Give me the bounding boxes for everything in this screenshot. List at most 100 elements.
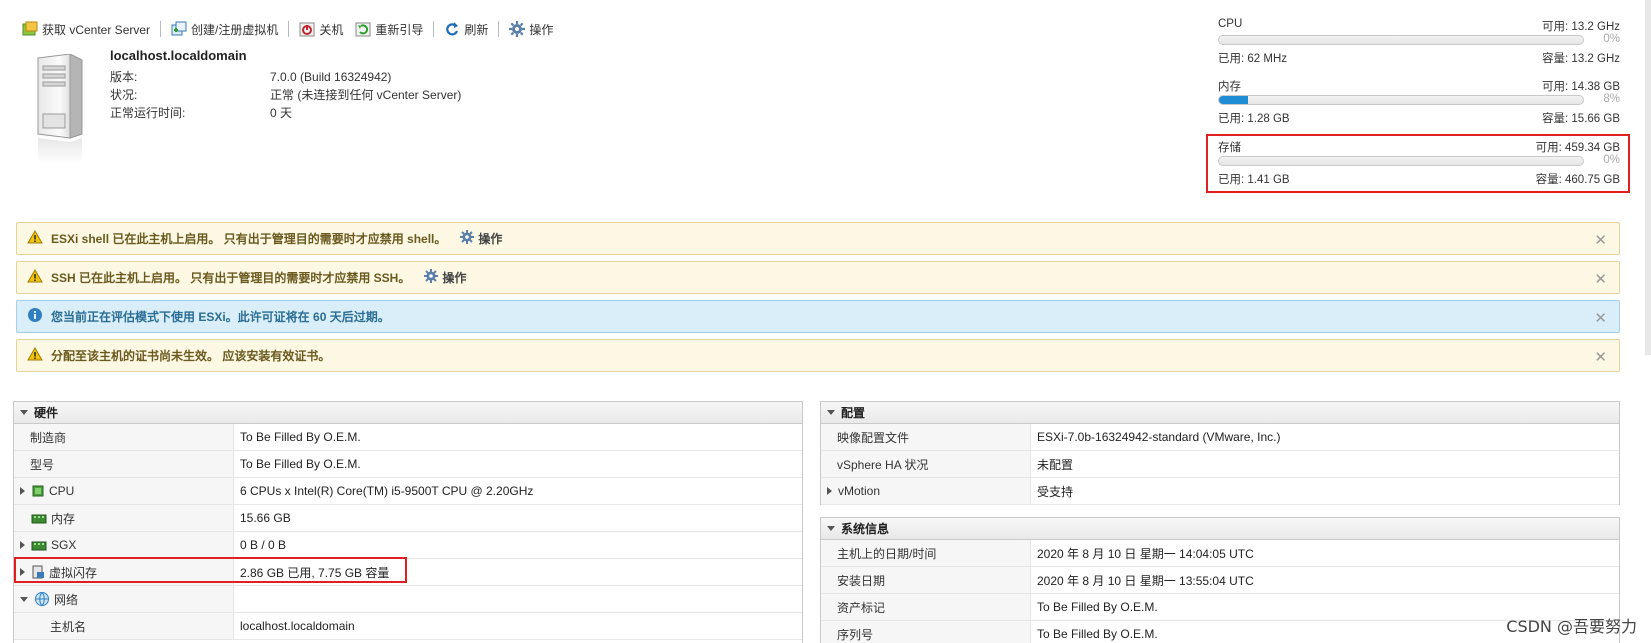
virtual-flash-highlight-box [14,557,407,583]
config-title: 配置 [841,406,866,420]
chevron-right-icon[interactable] [827,487,832,495]
sysinfo-panel-header[interactable]: 系统信息 [821,518,1619,540]
hardware-panel: 硬件 制造商 To Be Filled By O.E.M. 型号 To Be F… [13,401,803,643]
memory-label: 内存 [51,511,76,526]
shutdown-button[interactable]: 关机 [293,18,349,40]
table-row[interactable]: SGX 0 B / 0 B [14,532,802,559]
chevron-down-icon [827,526,835,531]
ha-state-value: 未配置 [1037,457,1074,472]
shutdown-label: 关机 [319,22,344,37]
host-state-label: 状况: [110,88,138,102]
memory-meter-label: 内存 [1218,81,1241,93]
cpu-capacity: 容量: 13.2 GHz [1542,53,1620,65]
sgx-value: 0 B / 0 B [240,538,287,552]
vmotion-value: 受支持 [1037,484,1074,499]
memory-module-icon [31,511,51,525]
host-datetime-label: 主机上的日期/时间 [821,540,1031,566]
scrollbar[interactable] [1645,0,1651,355]
close-icon[interactable]: ✕ [1594,348,1607,366]
toolbar-separator [498,21,500,37]
asset-tag-value: To Be Filled By O.E.M. [1037,600,1158,614]
alert-actions-label: 操作 [442,271,467,285]
alert-actions-button[interactable]: 操作 [424,269,466,286]
memory-used: 已用: 1.28 GB [1218,113,1290,125]
sgx-label: SGX [51,538,77,552]
cpu-meter-label: CPU [1218,18,1243,30]
hardware-panel-header[interactable]: 硬件 [14,402,802,424]
alert-evaluation-mode: 您当前正在评估模式下使用 ESXi。此许可证将在 60 天后过期。 ✕ [16,300,1620,333]
server-tower-icon [34,53,86,166]
table-row: 制造商 To Be Filled By O.E.M. [14,424,802,451]
chevron-right-icon[interactable] [20,487,25,495]
close-icon[interactable]: ✕ [1594,270,1607,288]
vmotion-label: vMotion [838,484,881,498]
toolbar-separator [160,21,162,37]
chevron-right-icon[interactable] [20,541,25,549]
memory-usage-fill [1219,96,1249,104]
storage-usage-bar [1218,156,1584,166]
memory-free: 可用: 14.38 GB [1542,81,1620,93]
table-row: 主机上的日期/时间 2020 年 8 月 10 日 星期一 14:04:05 U… [821,540,1619,567]
reboot-button[interactable]: 重新引导 [349,18,429,40]
host-uptime-row: 正常运行时间: 0 天 [110,104,292,121]
hostname-value: localhost.localdomain [240,619,355,633]
table-row: vSphere HA 状况 未配置 [821,451,1619,478]
table-row: 主机名 localhost.localdomain [14,613,802,640]
cpu-used: 已用: 62 MHz [1218,53,1288,65]
memory-value: 15.66 GB [240,511,291,525]
table-row: 安装日期 2020 年 8 月 10 日 星期一 13:55:04 UTC [821,567,1619,594]
alert-ssh: SSH 已在此主机上启用。 只有出于管理目的需要时才应禁用 SSH。 操作 ✕ [16,261,1620,294]
host-uptime-label: 正常运行时间: [110,106,186,120]
cpu-label: CPU [49,484,75,498]
sysinfo-title: 系统信息 [841,522,890,536]
alert-text: 分配至该主机的证书尚未生效。 应该安装有效证书。 [51,349,331,363]
table-row: 映像配置文件 ESXi-7.0b-16324942-standard (VMwa… [821,424,1619,451]
install-date-value: 2020 年 8 月 10 日 星期一 13:55:04 UTC [1037,573,1254,588]
memory-capacity: 容量: 15.66 GB [1542,113,1620,125]
close-icon[interactable]: ✕ [1594,309,1607,327]
ha-state-label: vSphere HA 状况 [821,451,1031,477]
alert-text: 您当前正在评估模式下使用 ESXi。此许可证将在 60 天后过期。 [51,310,390,324]
actions-button[interactable]: 操作 [503,18,559,40]
host-state-value: 正常 (未连接到任何 vCenter Server) [270,88,462,102]
storage-percent: 0% [1603,154,1620,166]
table-row: 序列号 To Be Filled By O.E.M. [821,621,1619,643]
create-vm-label: 创建/注册虚拟机 [191,22,279,37]
config-panel: 配置 映像配置文件 ESXi-7.0b-16324942-standard (V… [820,401,1620,505]
model-value: To Be Filled By O.E.M. [240,457,361,471]
chevron-down-icon[interactable] [20,596,28,602]
cpu-usage-bar [1218,35,1584,45]
table-row[interactable]: vMotion 受支持 [821,478,1619,505]
memory-meter: 内存 可用: 14.38 GB 8% 已用: 1.28 GB 容量: 15.66… [1218,78,1620,130]
sysinfo-panel: 系统信息 主机上的日期/时间 2020 年 8 月 10 日 星期一 14:04… [820,517,1620,643]
alert-actions-button[interactable]: 操作 [460,230,502,247]
get-vcenter-button[interactable]: 获取 vCenter Server [16,18,156,40]
table-row[interactable]: 网络 [14,586,802,613]
image-profile-label: 映像配置文件 [821,424,1031,450]
memory-usage-bar [1218,95,1584,105]
table-row[interactable]: CPU 6 CPUs x Intel(R) Core(TM) i5-9500T … [14,478,802,505]
gear-icon [509,21,526,37]
manufacturer-value: To Be Filled By O.E.M. [240,430,361,444]
toolbar-separator [288,21,290,37]
close-icon[interactable]: ✕ [1594,231,1607,249]
serial-number-label: 序列号 [821,621,1031,643]
config-panel-header[interactable]: 配置 [821,402,1619,424]
storage-free: 可用: 459.34 GB [1535,142,1620,154]
asset-tag-label: 资产标记 [821,594,1031,620]
cpu-meter: CPU 可用: 13.2 GHz 0% 已用: 62 MHz 容量: 13.2 … [1218,18,1620,70]
refresh-button[interactable]: 刷新 [438,18,494,40]
toolbar-separator [433,21,435,37]
host-name: localhost.localdomain [110,48,247,63]
memory-percent: 8% [1603,93,1620,105]
network-row-key: 网络 [14,586,234,612]
warning-icon [27,347,43,364]
host-uptime-value: 0 天 [270,106,293,120]
reboot-icon [355,21,371,37]
warning-icon [27,230,43,247]
cpu-value: 6 CPUs x Intel(R) Core(TM) i5-9500T CPU … [240,484,534,498]
create-vm-button[interactable]: 创建/注册虚拟机 [165,18,284,40]
hostname-label: 主机名 [14,613,234,639]
alert-text: ESXi shell 已在此主机上启用。 只有出于管理目的需要时才应禁用 she… [51,232,447,246]
cpu-row-key: CPU [14,478,234,504]
